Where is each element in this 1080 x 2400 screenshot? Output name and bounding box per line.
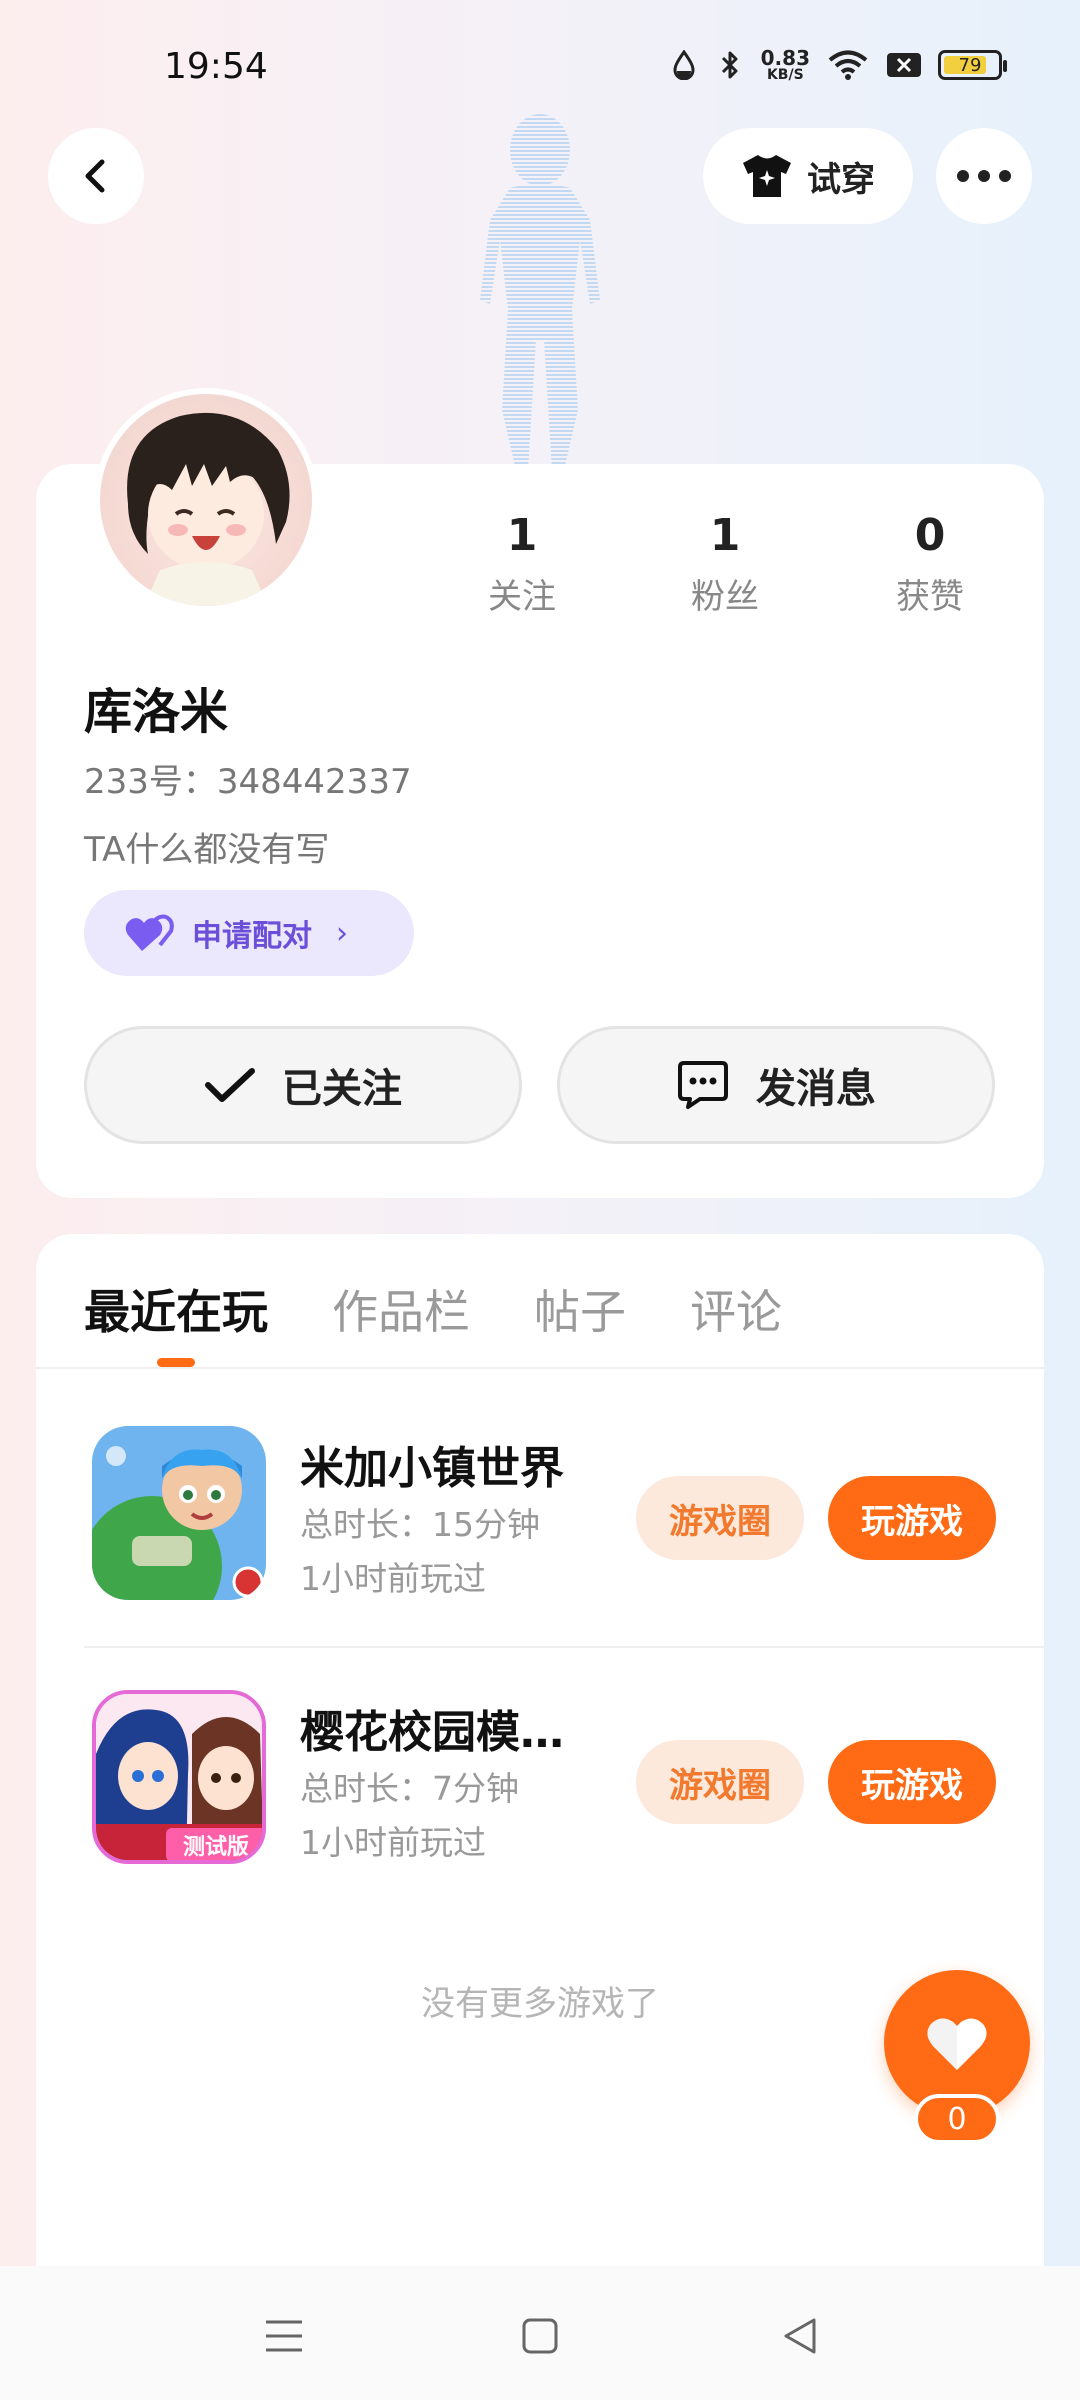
water-drop-icon <box>669 48 699 82</box>
battery-icon: 79 <box>938 50 1007 80</box>
bio: TA什么都没有写 <box>84 830 330 870</box>
tab-comments[interactable]: 评论 <box>690 1276 782 1342</box>
home-square-icon <box>522 2318 558 2354</box>
double-heart-icon <box>125 914 174 951</box>
status-icons: 0.83 KB/S 79 <box>669 48 1007 82</box>
game-circle-button[interactable]: 游戏圈 <box>636 1740 804 1824</box>
likes-label: 获赞 <box>896 577 964 617</box>
back-arrow-icon <box>85 159 105 193</box>
game-circle-button[interactable]: 游戏圈 <box>636 1476 804 1560</box>
like-count-badge: 0 <box>914 2094 1000 2144</box>
game-name: 米加小镇世界 <box>300 1443 564 1494</box>
likes-count: 0 <box>914 510 946 561</box>
avatar-image <box>100 394 312 606</box>
play-game-button[interactable]: 玩游戏 <box>828 1740 996 1824</box>
list-item[interactable]: 米加小镇世界 总时长：15分钟 1小时前玩过 游戏圈 玩游戏 <box>36 1386 1044 1622</box>
tab-recently-played[interactable]: 最近在玩 <box>84 1276 268 1342</box>
row-divider <box>84 1646 1044 1648</box>
following-count: 1 <box>506 510 538 561</box>
home-nav-button[interactable] <box>500 2296 580 2376</box>
game-duration: 总时长：15分钟 <box>300 1505 540 1544</box>
wifi-icon <box>826 48 870 82</box>
tabs-divider <box>36 1367 1044 1369</box>
battery-level: 79 <box>958 54 982 76</box>
checkmark-icon <box>205 1068 255 1102</box>
tab-works[interactable]: 作品栏 <box>332 1276 470 1342</box>
menu-nav-button[interactable] <box>244 2296 324 2376</box>
bluetooth-icon <box>715 48 745 82</box>
list-item[interactable]: 测试版 樱花校园模拟... 总时长：7分钟 1小时前玩过 游戏圈 玩游戏 <box>36 1650 1044 1886</box>
back-nav-button[interactable] <box>760 2296 840 2376</box>
send-message-label: 发消息 <box>756 1066 876 1112</box>
followed-button[interactable]: 已关注 <box>84 1026 522 1144</box>
content-tabs: 最近在玩 作品栏 帖子 评论 <box>84 1276 846 1342</box>
game-last-played: 1小时前玩过 <box>300 1559 486 1598</box>
avatar[interactable] <box>94 388 318 612</box>
try-on-label: 试穿 <box>807 159 875 200</box>
menu-icon <box>266 2320 302 2352</box>
back-triangle-icon <box>784 2318 816 2354</box>
stat-fans[interactable]: 1 粉丝 <box>655 510 795 618</box>
game-duration: 总时长：7分钟 <box>300 1769 519 1808</box>
following-label: 关注 <box>488 577 556 617</box>
net-speed-unit: KB/S <box>766 67 804 83</box>
net-speed: 0.83 KB/S <box>761 48 810 82</box>
system-nav-bar <box>0 2266 1080 2400</box>
net-speed-value: 0.83 <box>760 46 810 70</box>
more-dots-icon <box>957 170 1011 182</box>
game-badge: 测试版 <box>183 1835 249 1860</box>
game-last-played: 1小时前玩过 <box>300 1823 486 1862</box>
stat-likes[interactable]: 0 获赞 <box>860 510 1000 618</box>
fans-count: 1 <box>709 510 741 561</box>
tshirt-icon <box>743 155 791 197</box>
apply-pair-label: 申请配对 <box>192 919 312 954</box>
try-on-button[interactable]: 试穿 <box>703 128 913 224</box>
status-time: 19:54 <box>164 46 268 87</box>
more-options-button[interactable] <box>936 128 1032 224</box>
apply-pair-button[interactable]: 申请配对 › <box>84 890 414 976</box>
nickname: 库洛米 <box>84 684 229 740</box>
play-game-button[interactable]: 玩游戏 <box>828 1476 996 1560</box>
followed-label: 已关注 <box>282 1066 402 1112</box>
sim-x-icon <box>886 48 922 82</box>
game-icon-miga-town <box>92 1426 266 1600</box>
heart-icon <box>927 2018 987 2070</box>
chevron-right-icon: › <box>336 915 348 951</box>
chat-bubble-icon <box>678 1061 728 1109</box>
avatar-figure-silhouette <box>440 110 640 470</box>
game-icon-sakura-school: 测试版 <box>92 1690 266 1864</box>
send-message-button[interactable]: 发消息 <box>557 1026 995 1144</box>
stat-following[interactable]: 1 关注 <box>452 510 592 618</box>
game-name: 樱花校园模拟... <box>300 1707 600 1758</box>
user-id: 233号：348442337 <box>84 762 412 802</box>
back-button[interactable] <box>48 128 144 224</box>
fans-label: 粉丝 <box>691 577 759 617</box>
tab-posts[interactable]: 帖子 <box>534 1276 626 1342</box>
